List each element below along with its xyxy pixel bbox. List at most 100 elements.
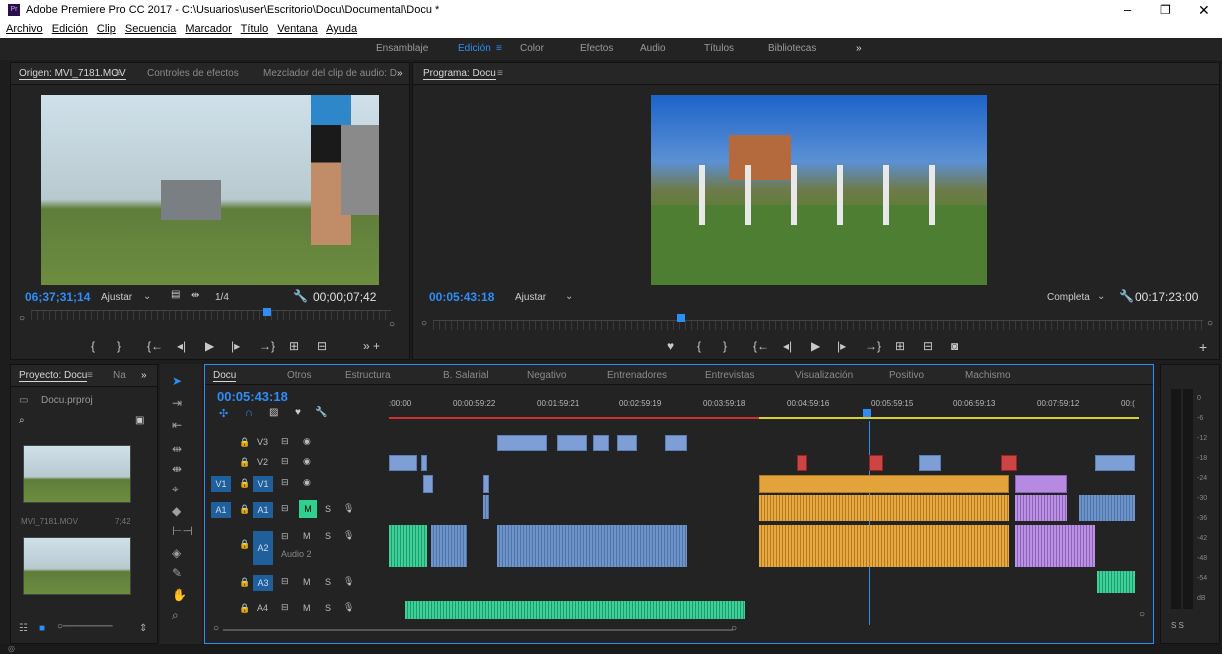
source-zoom-right-handle[interactable]: ○ [389, 319, 395, 330]
program-time-ruler[interactable] [433, 320, 1203, 330]
play-icon[interactable]: ▶ [205, 339, 214, 353]
insert-icon[interactable]: ⊞ [289, 339, 299, 353]
solo-button[interactable]: S [325, 577, 331, 587]
timeline-playhead[interactable] [863, 409, 871, 417]
mark-in-icon[interactable]: { [91, 339, 95, 353]
video-clip[interactable] [423, 475, 433, 493]
menu-ventana[interactable]: Ventana [277, 23, 317, 35]
workspace-edicion[interactable]: Edición [458, 43, 491, 54]
video-clip[interactable] [869, 455, 883, 471]
source-timecode[interactable]: 06;37;31;14 [25, 290, 90, 304]
audio-clip[interactable] [1015, 495, 1067, 521]
source-more-icon[interactable]: » [397, 68, 403, 79]
tab-machismo[interactable]: Machismo [965, 370, 1011, 381]
hand-icon[interactable]: ✋ [172, 588, 187, 602]
video-clip[interactable] [759, 475, 1009, 493]
tab-entrenadores[interactable]: Entrenadores [607, 370, 667, 381]
track-target-a1[interactable]: A1 [253, 502, 273, 518]
mic-icon[interactable]: 🎙 [343, 602, 354, 613]
zoom-icon[interactable]: ⌕ [172, 608, 179, 623]
lock-icon[interactable]: 🔒 [239, 504, 250, 515]
clip-area[interactable] [389, 433, 1139, 623]
timeline-ruler[interactable]: :00:00 00:00:59:22 00:01:59:21 00:02:59:… [389, 395, 1139, 421]
chevron-down-icon[interactable]: ⌄ [1097, 291, 1105, 302]
workspace-color[interactable]: Color [520, 43, 544, 54]
go-to-in-icon[interactable]: {← [147, 339, 163, 353]
sync-lock-icon[interactable]: ⊟ [281, 436, 289, 447]
rolling-edit-icon[interactable]: ⇹ [172, 442, 182, 456]
tab-b-salarial[interactable]: B. Salarial [443, 370, 489, 381]
pen-tool-icon[interactable]: ✎ [172, 566, 182, 580]
menu-secuencia[interactable]: Secuencia [125, 23, 176, 35]
track-target-v1[interactable]: V1 [253, 476, 273, 492]
linked-selection-icon[interactable]: ∩ [245, 407, 253, 419]
program-playhead[interactable] [677, 314, 685, 322]
menu-titulo[interactable]: Título [241, 23, 269, 35]
slip-icon[interactable]: ◆ [172, 504, 181, 518]
workspace-titulos[interactable]: Títulos [704, 43, 734, 54]
source-patch-v1[interactable]: V1 [211, 476, 231, 492]
go-to-out-icon[interactable]: →} [865, 339, 881, 353]
mic-icon[interactable]: 🎙 [343, 576, 354, 587]
workspace-menu-icon[interactable]: ≡ [496, 43, 502, 54]
step-back-icon[interactable]: ◂| [783, 339, 792, 353]
program-zoom-right-handle[interactable]: ○ [1207, 318, 1213, 329]
menu-ayuda[interactable]: Ayuda [326, 23, 357, 35]
timeline-timecode[interactable]: 00:05:43:18 [217, 389, 288, 404]
sync-lock-icon[interactable]: ⊟ [281, 503, 289, 514]
camera-icon[interactable]: ◙ [951, 339, 958, 353]
zoom-slider[interactable]: ○─────── [57, 621, 113, 632]
workspace-more-icon[interactable]: » [856, 43, 862, 54]
tab-positivo[interactable]: Positivo [889, 370, 924, 381]
program-tab-menu-icon[interactable]: ≡ [497, 68, 503, 79]
mark-out-icon[interactable]: } [117, 339, 121, 353]
trim-icon[interactable]: ⇹ [191, 290, 199, 301]
overwrite-icon[interactable]: ⊟ [317, 339, 327, 353]
clip-thumbnail[interactable] [23, 445, 131, 503]
video-clip[interactable] [617, 435, 637, 451]
tab-source[interactable]: Origen: MVI_7181.MOV [19, 68, 126, 80]
video-clip[interactable] [1095, 455, 1135, 471]
sort-icon[interactable]: ⇕ [139, 623, 147, 634]
video-clip[interactable] [497, 435, 547, 451]
video-clip[interactable] [1015, 475, 1067, 493]
workspace-ensamblaje[interactable]: Ensamblaje [376, 43, 428, 54]
program-fit-select[interactable]: Ajustar [515, 292, 546, 303]
video-clip[interactable] [665, 435, 687, 451]
wrench-icon[interactable]: 🔧 [315, 407, 327, 418]
audio-clip[interactable] [759, 525, 1009, 567]
track-select-icon[interactable]: ⇥ [172, 396, 182, 410]
video-clip[interactable] [483, 475, 489, 493]
lock-icon[interactable]: 🔒 [239, 478, 250, 489]
sync-lock-icon[interactable]: ⊟ [281, 531, 289, 542]
audio-clip[interactable] [405, 601, 745, 619]
solo-button[interactable]: S [325, 504, 331, 514]
source-video-frame[interactable] [41, 95, 379, 285]
sync-lock-icon[interactable]: ⊟ [281, 456, 289, 467]
razor-icon[interactable]: ⌖ [172, 482, 179, 497]
video-clip[interactable] [919, 455, 941, 471]
workspace-efectos[interactable]: Efectos [580, 43, 613, 54]
step-forward-icon[interactable]: |▸ [231, 339, 240, 353]
program-quality-select[interactable]: Completa [1047, 292, 1090, 303]
video-clip[interactable] [797, 455, 807, 471]
audio-clip[interactable] [431, 525, 467, 567]
audio-clip[interactable] [1015, 525, 1095, 567]
tab-docu[interactable]: Docu [213, 370, 237, 382]
add-button-icon[interactable]: + [1199, 339, 1207, 355]
vertical-scroll-handle[interactable]: ○ [1139, 609, 1145, 620]
project-more-icon[interactable]: » [141, 370, 147, 381]
tab-project[interactable]: Proyecto: Docu [19, 370, 88, 382]
mic-icon[interactable]: 🎙 [343, 503, 354, 514]
extract-icon[interactable]: ⊟ [923, 339, 933, 353]
mic-icon[interactable]: 🎙 [343, 530, 354, 541]
menu-marcador[interactable]: Marcador [185, 23, 231, 35]
audio-clip[interactable] [389, 525, 427, 567]
eye-icon[interactable]: ◉ [303, 456, 311, 467]
mute-button[interactable]: M [303, 531, 311, 541]
eye-icon[interactable]: ◉ [303, 436, 311, 447]
source-tab-menu-icon[interactable]: ≡ [115, 68, 121, 79]
eye-icon[interactable]: ◉ [303, 477, 311, 488]
audio-clip[interactable] [497, 525, 687, 567]
tab-entrevistas[interactable]: Entrevistas [705, 370, 754, 381]
